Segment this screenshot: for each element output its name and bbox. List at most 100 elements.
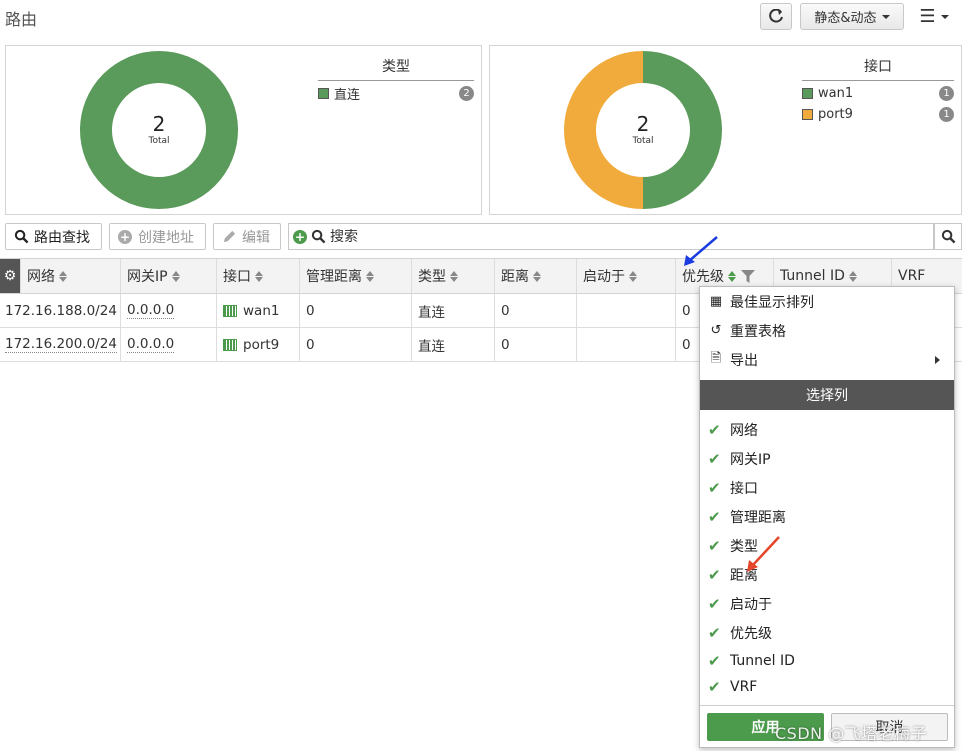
legend-swatch [318,87,329,99]
column-toggle-gateway[interactable]: ✔ 网关IP [700,446,954,472]
route-lookup-label: 路由查找 [34,229,90,246]
type-legend-title: 类型 [318,56,474,81]
watermark: CSDN @飞塔老梅子 [775,724,928,743]
search-input[interactable] [330,228,890,245]
interface-chart-panel: 2 Total 接口 wan1 1 port9 1 [489,45,962,215]
interface-total: 2 [636,112,650,136]
column-toggle-tunnel-id[interactable]: ✔ Tunnel ID [700,648,954,674]
undo-icon: ↺ [710,323,722,338]
create-address-button[interactable]: + 创建地址 [109,223,206,250]
type-chart-panel: 2 Total 类型 直连 2 [5,45,482,215]
column-options-menu: ▦ 最佳显示排列 ↺ 重置表格 🗎 导出 选择列 ✔ 网络 ✔ 网关IP ✔ 接口 ✔ 管理距… [699,286,955,748]
legend-label: 直连 [334,87,361,103]
view-mode-label: 静态&动态 [814,11,877,26]
pencil-icon [223,230,236,243]
sort-icon [366,270,374,282]
type-total-label: Total [148,136,170,146]
cell-uptime [577,328,676,361]
check-icon: ✔ [708,566,721,584]
legend-label: wan1 [818,85,854,101]
sort-icon [533,270,541,282]
column-header-distance[interactable]: 距离 [495,259,577,293]
check-icon: ✔ [708,652,721,670]
legend-count-badge: 1 [939,85,954,101]
port-icon [223,304,237,317]
view-mode-dropdown[interactable]: 静态&动态 [800,3,904,30]
create-address-label: 创建地址 [138,229,194,246]
add-filter-icon[interactable]: + [293,229,307,244]
sort-icon [450,270,458,282]
check-icon: ✔ [708,678,721,696]
column-toggle-interface[interactable]: ✔ 接口 [700,475,954,501]
interface-donut-center: 2 Total [563,112,723,146]
plus-circle-icon: + [118,229,132,244]
search-icon [941,229,955,244]
legend-count-badge: 1 [939,106,954,122]
column-header-network[interactable]: 网络 [21,259,121,293]
page-title: 路由 [5,10,38,29]
cell-distance: 0 [495,294,577,327]
interface-total-label: Total [632,136,654,146]
cell-type: 直连 [412,294,495,327]
check-icon: ✔ [708,624,721,642]
cell-distance: 0 [495,328,577,361]
check-icon: ✔ [708,421,721,439]
gear-icon: ⚙ [3,268,17,284]
column-header-type[interactable]: 类型 [412,259,495,293]
search-icon [311,229,326,244]
menu-item-best-fit[interactable]: ▦ 最佳显示排列 [700,288,954,315]
menu-button[interactable]: ☰ [912,3,956,30]
column-header-uptime[interactable]: 启动于 [577,259,676,293]
column-header-admin-distance[interactable]: 管理距离 [300,259,412,293]
column-toggle-type[interactable]: ✔ 类型 [700,533,954,559]
cell-type: 直连 [412,328,495,361]
check-icon: ✔ [708,595,721,613]
sort-icon [629,270,637,282]
column-toggle-admin-distance[interactable]: ✔ 管理距离 [700,504,954,530]
cell-admin-distance: 0 [300,328,412,361]
cell-gateway: 0.0.0.0 [121,294,217,327]
legend-swatch [802,108,813,120]
sort-icon [848,270,857,282]
cell-interface: wan1 [217,294,300,327]
search-submit-button[interactable] [934,223,962,250]
column-toggle-uptime[interactable]: ✔ 启动于 [700,591,954,617]
column-toggle-network[interactable]: ✔ 网络 [700,417,954,443]
sort-icon [728,270,736,282]
chevron-right-icon [935,355,940,364]
search-box: + [288,223,934,250]
caret-down-icon [881,14,890,19]
filter-icon[interactable] [741,269,755,283]
sort-icon [59,270,67,282]
route-lookup-button[interactable]: 路由查找 [5,223,102,250]
column-settings-button[interactable]: ⚙ [0,259,21,293]
cell-uptime [577,294,676,327]
refresh-button[interactable] [760,3,792,30]
interface-legend: 接口 wan1 1 port9 1 [802,56,954,123]
document-icon: 🗎 [710,350,722,366]
check-icon: ✔ [708,508,721,526]
cell-gateway: 0.0.0.0 [121,328,217,361]
cell-network: 172.16.200.0/24 [0,328,121,361]
menu-item-export[interactable]: 🗎 导出 [700,346,954,373]
edit-label: 编辑 [242,229,270,246]
column-toggle-priority[interactable]: ✔ 优先级 [700,620,954,646]
column-header-interface[interactable]: 接口 [217,259,300,293]
column-toggle-distance[interactable]: ✔ 距离 [700,562,954,588]
port-icon [223,338,237,351]
type-total: 2 [152,112,166,136]
sort-icon [171,270,180,282]
legend-item-wan1[interactable]: wan1 1 [802,84,954,102]
caret-down-icon [940,14,949,19]
grid-icon: ▦ [709,294,723,309]
edit-button[interactable]: 编辑 [213,223,281,250]
legend-label: port9 [818,106,853,122]
legend-item-port9[interactable]: port9 1 [802,105,954,123]
check-icon: ✔ [708,450,721,468]
column-header-gateway[interactable]: 网关IP [121,259,217,293]
menu-item-reset-table[interactable]: ↺ 重置表格 [700,317,954,344]
type-legend: 类型 直连 2 [318,56,474,103]
column-toggle-vrf[interactable]: ✔ VRF [700,674,954,700]
legend-item-direct[interactable]: 直连 2 [318,84,474,103]
sort-icon [255,270,263,282]
